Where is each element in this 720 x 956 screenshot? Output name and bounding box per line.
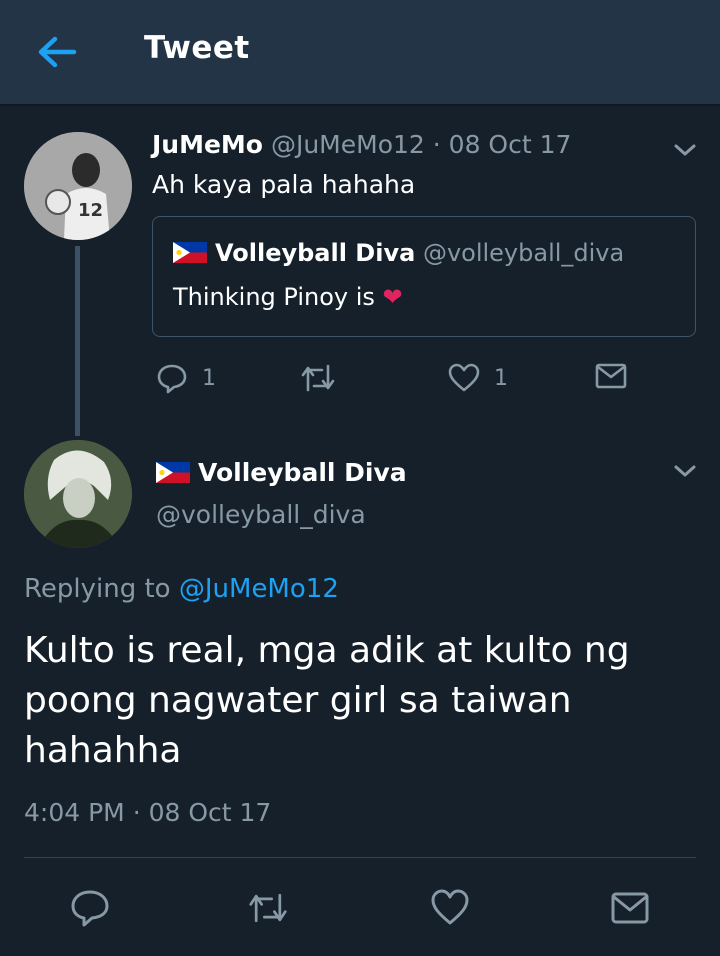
heart-icon bbox=[448, 363, 480, 392]
header-bar: Tweet bbox=[0, 0, 720, 106]
quoted-text-line: Thinking Pinoy is ❤ bbox=[173, 283, 403, 311]
tweet-date: 08 Oct 17 bbox=[448, 130, 572, 159]
dm-action[interactable] bbox=[595, 362, 627, 390]
tweet-timestamp: 4:04 PM · 08 Oct 17 bbox=[24, 798, 271, 827]
reply-author-line: JuMeMo @JuMeMo12 · 08 Oct 17 bbox=[152, 130, 571, 159]
thread-connector bbox=[75, 246, 80, 436]
dot-separator: · bbox=[432, 130, 441, 159]
philippines-flag-icon bbox=[173, 242, 207, 263]
like-action[interactable]: 1 bbox=[448, 362, 508, 394]
svg-text:12: 12 bbox=[78, 200, 103, 221]
quoted-author-handle: @volleyball_diva bbox=[422, 239, 625, 267]
main-author-name-line: Volleyball Diva bbox=[156, 458, 407, 487]
envelope-icon[interactable] bbox=[610, 888, 650, 928]
reply-action[interactable]: 1 bbox=[156, 362, 216, 394]
reply-count: 1 bbox=[202, 365, 216, 391]
retweet-icon[interactable] bbox=[248, 888, 288, 928]
retweet-icon bbox=[301, 364, 335, 392]
philippines-flag-icon bbox=[156, 462, 190, 483]
author-name[interactable]: Volleyball Diva bbox=[198, 458, 407, 487]
tweet-text: Ah kaya pala hahaha bbox=[152, 170, 416, 199]
avatar[interactable]: 12 bbox=[24, 132, 132, 240]
dot-separator: · bbox=[132, 798, 141, 827]
quoted-author-name: Volleyball Diva bbox=[215, 239, 416, 267]
mention-link[interactable]: @JuMeMo12 bbox=[179, 574, 339, 604]
replying-prefix: Replying to bbox=[24, 574, 171, 604]
heart-emoji: ❤ bbox=[382, 283, 403, 311]
chevron-down-icon[interactable] bbox=[672, 141, 698, 159]
reply-icon bbox=[157, 364, 187, 394]
page-title: Tweet bbox=[144, 30, 250, 66]
envelope-icon bbox=[595, 363, 627, 389]
tweet-time: 4:04 PM bbox=[24, 798, 125, 827]
avatar[interactable] bbox=[24, 440, 132, 548]
divider bbox=[24, 857, 696, 858]
tweet-date: 08 Oct 17 bbox=[148, 798, 272, 827]
retweet-action[interactable] bbox=[300, 362, 336, 394]
quoted-text: Thinking Pinoy is bbox=[173, 283, 375, 311]
reply-icon[interactable] bbox=[70, 888, 110, 928]
author-handle[interactable]: @volleyball_diva bbox=[156, 500, 366, 529]
quoted-tweet[interactable]: Volleyball Diva @volleyball_diva Thinkin… bbox=[152, 216, 696, 337]
author-name[interactable]: JuMeMo bbox=[152, 130, 263, 159]
quoted-author-line: Volleyball Diva @volleyball_diva bbox=[173, 239, 624, 267]
chevron-down-icon[interactable] bbox=[672, 462, 698, 480]
main-tweet-text: Kulto is real, mga adik at kulto ng poon… bbox=[24, 630, 630, 771]
replying-to-line: Replying to @JuMeMo12 bbox=[24, 574, 339, 604]
arrow-left-icon[interactable] bbox=[36, 32, 78, 72]
author-handle[interactable]: @JuMeMo12 bbox=[271, 130, 425, 159]
heart-icon[interactable] bbox=[430, 888, 470, 928]
like-count: 1 bbox=[494, 365, 508, 391]
